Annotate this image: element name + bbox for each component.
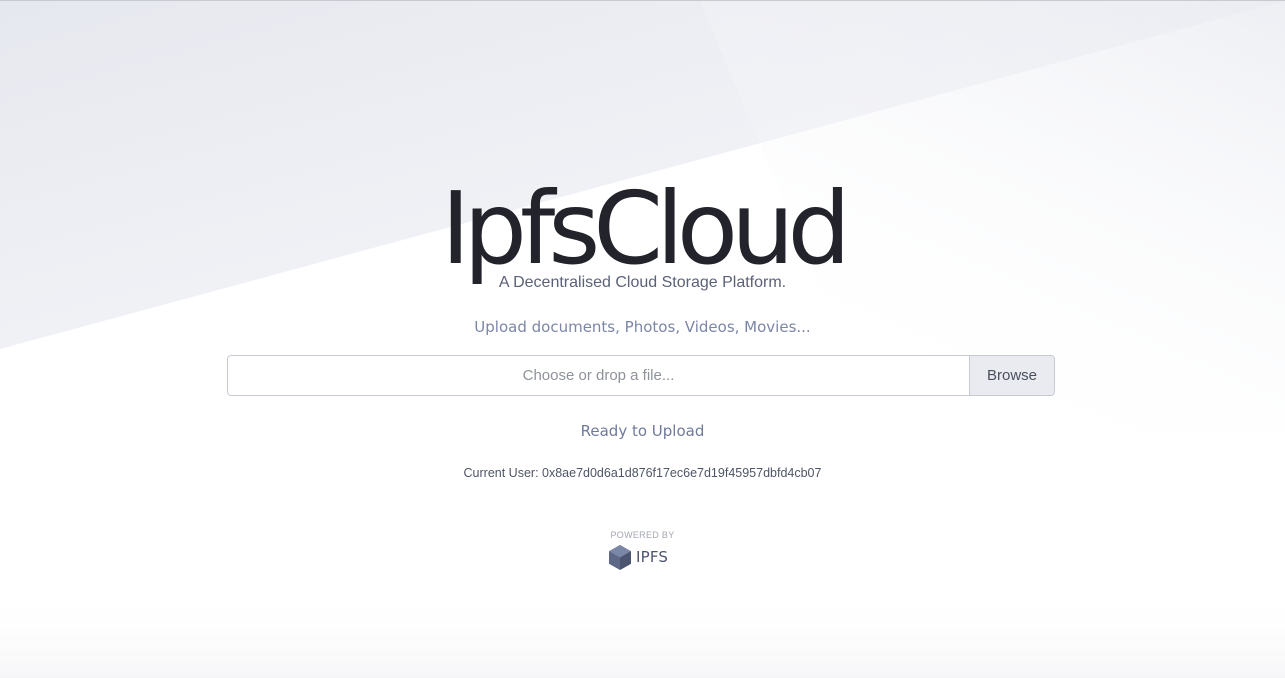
main-content: IpfsCloud A Decentralised Cloud Storage … — [0, 1, 1285, 678]
ipfs-logo[interactable]: IPFS — [609, 544, 668, 570]
browse-button[interactable]: Browse — [969, 356, 1054, 395]
upload-hint: Upload documents, Photos, Videos, Movies… — [474, 318, 811, 336]
app-title: IpfsCloud — [441, 170, 851, 287]
ipfs-label: IPFS — [636, 548, 669, 566]
app-tagline: A Decentralised Cloud Storage Platform. — [498, 274, 787, 291]
hexagon-cube-icon — [609, 544, 631, 570]
upload-status: Ready to Upload — [580, 422, 705, 440]
powered-by-label: POWERED BY — [610, 530, 675, 540]
current-user: Current User: 0x8ae7d0d6a1d876f17ec6e7d1… — [463, 466, 822, 480]
file-drop-field[interactable]: Choose or drop a file... — [228, 356, 969, 395]
file-upload-input[interactable]: Choose or drop a file... Browse — [227, 355, 1055, 396]
